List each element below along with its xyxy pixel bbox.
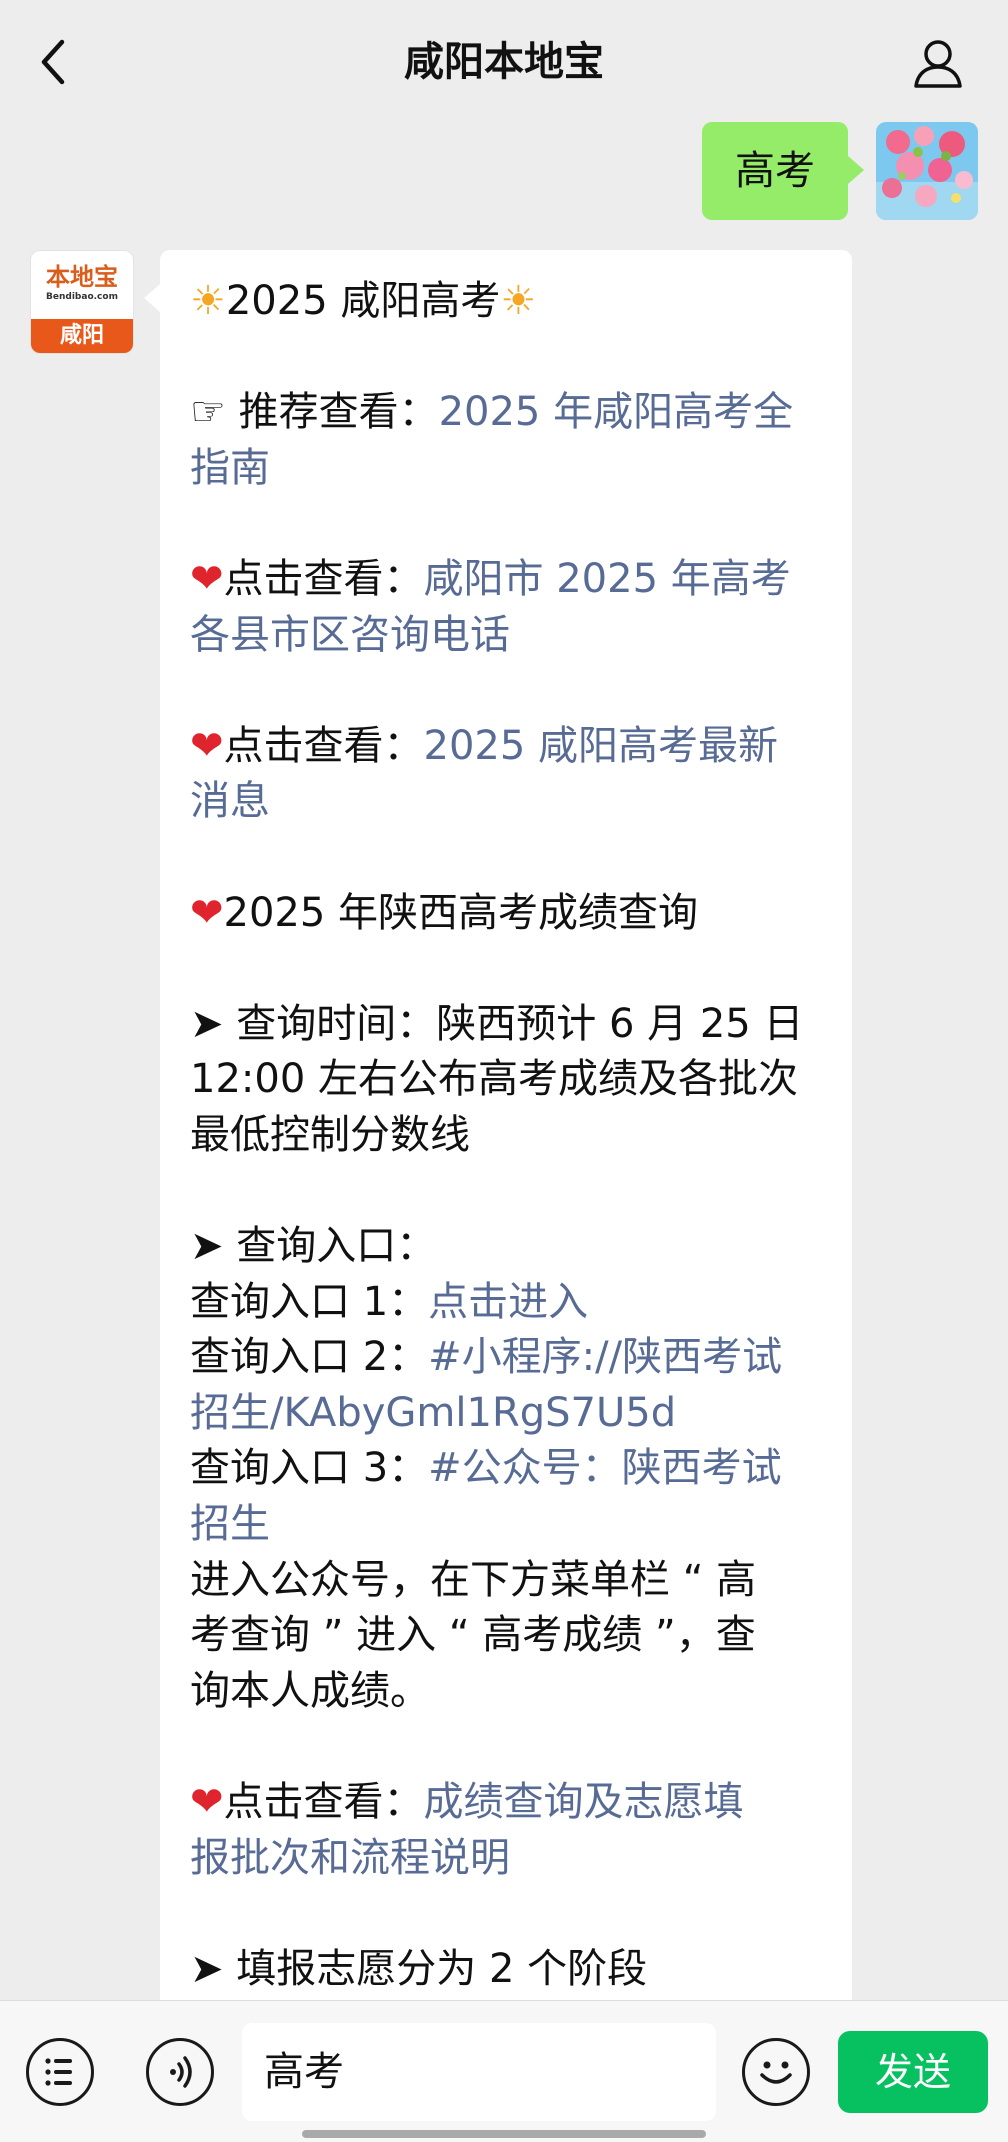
pointing-hand-icon: ☞ bbox=[190, 389, 239, 436]
application-process-link[interactable]: 成绩查询及志愿填 bbox=[424, 1779, 744, 1825]
click-view-label: 点击查看： bbox=[223, 1779, 424, 1826]
top-bar: 咸阳本地宝 bbox=[0, 0, 1008, 124]
click-view-line-3: ❤点击查看：成绩查询及志愿填 bbox=[190, 1775, 830, 1831]
voice-icon bbox=[170, 2056, 192, 2088]
entry-1-label: 查询入口 1： bbox=[190, 1278, 429, 1325]
smile-icon bbox=[760, 2061, 792, 2084]
stage-heading-line: ➤ 填报志愿分为 2 个阶段 bbox=[190, 1942, 830, 1998]
emoji-button[interactable] bbox=[742, 2038, 810, 2106]
score-heading: 2025 年陕西高考成绩查询 bbox=[223, 889, 699, 936]
click-view-label: 点击查看： bbox=[223, 722, 424, 769]
heart-emoji-icon: ❤ bbox=[190, 1779, 224, 1826]
voice-button[interactable] bbox=[146, 2038, 214, 2106]
entry-note: 考查询 ” 进入 “ 高考成绩 ”，查 bbox=[190, 1612, 756, 1659]
stage-heading: 填报志愿分为 2 个阶段 bbox=[236, 1945, 648, 1992]
chevron-left-icon[interactable] bbox=[34, 34, 74, 90]
entry-3-line: 查询入口 3：#公众号：陕西考试 bbox=[190, 1441, 830, 1497]
heart-emoji-icon: ❤ bbox=[190, 722, 224, 769]
miniprogram-link[interactable]: #小程序://陕西考试 bbox=[428, 1334, 782, 1380]
menu-button[interactable] bbox=[26, 2038, 94, 2106]
official-account-link[interactable]: #公众号：陕西考试 bbox=[428, 1445, 782, 1491]
click-view-label: 点击查看： bbox=[223, 555, 424, 602]
click-view-line-2: ❤点击查看：2025 咸阳高考最新 bbox=[190, 719, 830, 775]
home-indicator[interactable] bbox=[302, 2130, 706, 2138]
entry-2-line: 查询入口 2：#小程序://陕西考试 bbox=[190, 1330, 830, 1386]
send-button[interactable]: 发送 bbox=[838, 2031, 988, 2113]
query-time-text: 最低控制分数线 bbox=[190, 1111, 470, 1158]
logo-subtext: Bendibao.com bbox=[46, 292, 118, 302]
latest-news-link[interactable]: 2025 咸阳高考最新 bbox=[424, 723, 779, 769]
miniprogram-link-cont[interactable]: 招生/KAbyGml1RgS7U5d bbox=[190, 1390, 676, 1436]
arrowhead-icon: ➤ bbox=[190, 1000, 237, 1047]
query-time-text: 12:00 左右公布高考成绩及各批次 bbox=[190, 1056, 798, 1103]
sun-emoji-icon: ☀ bbox=[190, 278, 226, 324]
query-time-text: 查询时间：陕西预计 6 月 25 日 bbox=[236, 1000, 804, 1047]
entry-heading: 查询入口： bbox=[236, 1223, 437, 1270]
entry-note: 进入公众号，在下方菜单栏 “ 高 bbox=[190, 1556, 757, 1603]
recommend-line: ☞ 推荐查看：2025 年咸阳高考全 bbox=[190, 385, 830, 441]
entry-2-label: 查询入口 2： bbox=[190, 1334, 429, 1381]
recommend-label: 推荐查看： bbox=[238, 389, 439, 436]
input-bar: 高考 发送 bbox=[0, 2000, 1008, 2142]
entry-heading-line: ➤ 查询入口： bbox=[190, 1219, 830, 1275]
score-heading-line: ❤2025 年陕西高考成绩查询 bbox=[190, 886, 830, 942]
sun-emoji-icon: ☀ bbox=[500, 278, 537, 324]
arrowhead-icon: ➤ bbox=[190, 1223, 237, 1270]
logo-text: 本地宝 bbox=[46, 262, 118, 291]
person-icon[interactable] bbox=[910, 36, 966, 92]
avatar-city-label: 咸阳 bbox=[31, 319, 133, 353]
message-input[interactable]: 高考 bbox=[242, 2023, 716, 2121]
query-time-line: ➤ 查询时间：陕西预计 6 月 25 日 bbox=[190, 997, 830, 1053]
entry-note: 询本人成绩。 bbox=[190, 1667, 430, 1714]
message-title-line: ☀2025 咸阳高考☀ bbox=[190, 274, 830, 330]
bot-message-content: ☀2025 咸阳高考☀ ☞ 推荐查看：2025 年咸阳高考全 指南 ❤点击查看：… bbox=[190, 274, 830, 1997]
bot-avatar[interactable]: 本地宝 Bendibao.com 咸阳 bbox=[30, 250, 134, 354]
list-icon bbox=[45, 2058, 72, 2086]
latest-news-link-cont[interactable]: 消息 bbox=[190, 778, 270, 824]
message-title: 2025 咸阳高考 bbox=[225, 278, 501, 324]
entry-1-line: 查询入口 1：点击进入 bbox=[190, 1275, 830, 1331]
arrowhead-icon: ➤ bbox=[190, 1945, 237, 1992]
entry-1-link[interactable]: 点击进入 bbox=[428, 1279, 588, 1325]
heart-emoji-icon: ❤ bbox=[190, 555, 224, 602]
consult-phone-link-cont[interactable]: 各县市区咨询电话 bbox=[190, 612, 510, 658]
recommend-link-cont[interactable]: 指南 bbox=[190, 445, 270, 491]
page-title: 咸阳本地宝 bbox=[404, 39, 604, 85]
application-process-link-cont[interactable]: 报批次和流程说明 bbox=[190, 1835, 510, 1881]
consult-phone-link[interactable]: 咸阳市 2025 年高考 bbox=[424, 556, 791, 602]
heart-emoji-icon: ❤ bbox=[190, 889, 224, 936]
click-view-line-1: ❤点击查看：咸阳市 2025 年高考 bbox=[190, 552, 830, 608]
bendibao-logo: 本地宝 Bendibao.com bbox=[31, 251, 133, 319]
entry-3-label: 查询入口 3： bbox=[190, 1445, 429, 1492]
recommend-link[interactable]: 2025 年咸阳高考全 bbox=[439, 389, 794, 435]
official-account-link-cont[interactable]: 招生 bbox=[190, 1501, 270, 1547]
user-avatar[interactable] bbox=[876, 122, 978, 220]
user-message-bubble[interactable]: 高考 bbox=[702, 122, 864, 220]
